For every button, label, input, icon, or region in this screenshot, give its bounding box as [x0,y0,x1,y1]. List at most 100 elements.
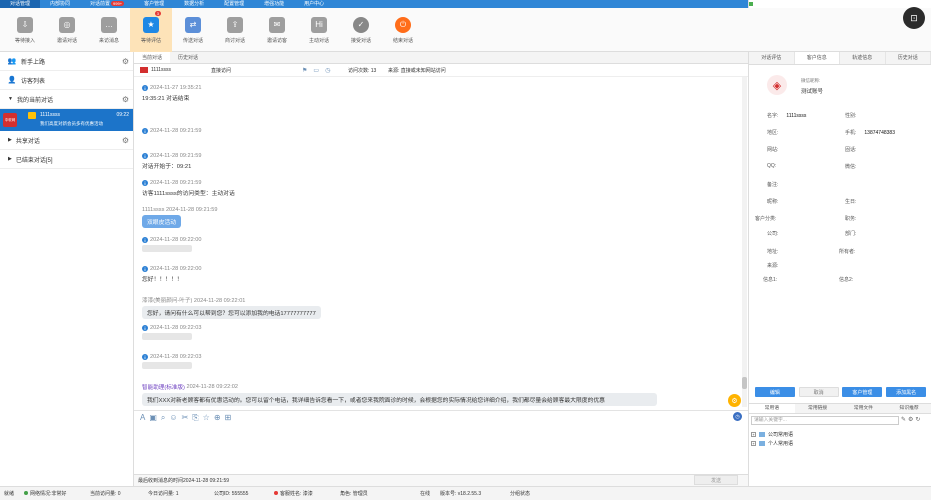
field-info1[interactable]: 信息1: [763,276,785,283]
menu-tab-enhance[interactable]: 增强功能 [254,0,294,8]
customer-manage-button[interactable]: 客户管理 [842,387,883,397]
field-mobile[interactable]: 手机: 13874748383 [845,129,895,136]
sidebar-item-visitors[interactable]: 👤 访客列表 [0,71,133,90]
menu-tab-analysis[interactable]: 数据分析 [174,0,214,8]
tab-common-files[interactable]: 常用文件 [841,404,887,413]
settings-link[interactable]: 设置 [770,1,780,8]
session-item[interactable]: 中软网 1111ssss 09:22 我们高度对新会员多有优惠活动 [0,109,133,131]
tab-trajectory[interactable]: 轨迹信息 [840,52,886,64]
signal-icon: ◎ [59,16,75,33]
monitor-icon[interactable]: ▭ [313,67,319,74]
expand-icon[interactable]: + [751,441,756,446]
compose-input[interactable] [134,424,748,474]
expand-icon[interactable]: + [751,432,756,437]
scroll-thumb[interactable] [742,377,747,389]
agent-dot-icon [274,491,278,495]
field-info2[interactable]: 信息2: [839,276,861,283]
tab-current-dialog[interactable]: 当前对话 [134,52,171,63]
font-icon[interactable]: A [140,413,145,422]
sidebar-group-shared[interactable]: ▶ 共享对话 ⚙ [0,131,133,150]
online-status[interactable]: 在线 [749,1,764,8]
gear-icon[interactable]: ⚙ [908,416,913,423]
sidebar-group-my-sessions[interactable]: ▼ 我的当前对话 ⚙ [0,90,133,109]
tab-common-phrases[interactable]: 常用语 [749,404,795,413]
tool-accept[interactable]: ✓ 接受对话 [340,8,382,52]
tab-history[interactable]: 历史对话 [886,52,931,64]
field-qq[interactable]: QQ: [767,163,784,169]
menu-tab-user[interactable]: 用户中心 [294,0,334,8]
field-owner[interactable]: 所有者: [839,248,863,255]
visitor-flag-icon [140,67,148,73]
tool-active-dialog[interactable]: Hi 主动对话 [298,8,340,52]
edit-button[interactable]: 编辑 [754,387,795,397]
help-link[interactable]: 帮助 [786,1,796,8]
tab-knowledge[interactable]: 知识推荐 [886,404,931,413]
tool-visit-msg[interactable]: … 来访消息 [88,8,130,52]
tab-common-links[interactable]: 常用链接 [795,404,841,413]
field-website[interactable]: 网站: [767,146,786,153]
gear-icon[interactable]: ⚙ [122,57,129,66]
star-icon[interactable]: ☆ [203,413,210,422]
person-icon: 👤 [7,77,17,84]
menu-tab-pre[interactable]: 对话前置 999+ [80,0,134,8]
phrase-search-input[interactable]: 请输入关键字... [751,416,899,425]
field-nickname[interactable]: 昵称: [767,198,786,205]
menu-tab-dialog[interactable]: 对话管理 [0,0,41,8]
scissors-icon[interactable]: ✂ [182,413,189,422]
status-current-visits: 当前访问量: 0 [90,491,121,497]
field-phone[interactable]: 固话: [845,146,864,153]
field-remark[interactable]: 备注: [767,181,786,188]
field-wechat[interactable]: 微信: [845,163,864,170]
phrase-tree: + 公司常用语 + 个人常用语 [751,430,793,448]
gear-icon[interactable]: ⚙ [122,136,129,145]
tree-node-company[interactable]: + 公司常用语 [751,430,793,439]
smart-assist-icon[interactable]: ⚙ [728,394,741,407]
lightbulb-icon[interactable]: ✎ [901,416,906,423]
grid-icon[interactable]: ⊞ [225,413,232,422]
tool-invite-visitor[interactable]: ✉ 邀请访客 [256,8,298,52]
refresh-icon[interactable]: ↻ [915,416,920,423]
globe-icon[interactable]: ⊕ [214,413,221,422]
hi-icon: Hi [311,16,327,33]
sidebar-group-ended[interactable]: ▶ 已结束对话[5] [0,150,133,169]
field-gender[interactable]: 性别: [845,112,864,119]
nick-label: 微信昵称: [801,78,821,83]
emoji-icon[interactable]: ☺ [169,413,177,422]
location-icon[interactable]: ⚑ [302,67,307,74]
image-icon[interactable]: ▣ [149,413,157,422]
add-blacklist-button[interactable]: 添加黑名 [886,387,927,397]
sidebar-item-newbie[interactable]: 👥 新手上路 ⚙ [0,52,133,71]
tool-wait-evaluate[interactable]: 3 ★ 等待评估 [130,8,172,52]
gear-icon[interactable]: ⚙ [122,95,129,104]
field-title[interactable]: 职务: [845,215,864,222]
message-time: 2024-11-28 09:21:59 [150,153,202,159]
field-source[interactable]: 来源: [767,262,786,269]
overlay-window-icon[interactable]: ⊡ [903,7,925,29]
tab-customer-info[interactable]: 客户信息 [794,52,840,64]
tab-history-dialog[interactable]: 历史对话 [170,52,206,63]
send-button[interactable]: 发送 [694,475,738,485]
tool-invite[interactable]: ◎ 邀请对话 [46,8,88,52]
tree-node-personal[interactable]: + 个人常用语 [751,439,793,448]
field-company[interactable]: 公司: [767,230,786,237]
tool-discuss[interactable]: ⇪ 商讨对话 [214,8,256,52]
tab-evaluation[interactable]: 对话评估 [749,52,795,64]
field-birthday[interactable]: 生日: [845,198,864,205]
tool-end[interactable]: ⏻ 结束对话 [382,8,424,52]
field-address[interactable]: 地址: [767,248,786,255]
chat-scrollbar[interactable] [742,77,747,407]
field-department[interactable]: 部门: [845,230,864,237]
menu-tab-internal[interactable]: 内部协同 [40,0,80,8]
field-region[interactable]: 地区: [767,129,786,136]
field-name[interactable]: 名字: 1111ssss [767,112,806,119]
search-icon[interactable]: ⌕ [161,413,165,423]
menu-tab-customer[interactable]: 客户管理 [134,0,174,8]
tool-transfer[interactable]: ⇄ 传送对话 [172,8,214,52]
message-item: i 2024-11-27 19:35:21 19:35:21 对话结束 [142,85,202,102]
menu-tab-config[interactable]: 配置管理 [214,0,254,8]
browser-icon[interactable]: ◷ [325,67,330,74]
copy-icon[interactable]: ⎘ [192,413,198,423]
field-category[interactable]: 客户分类: [755,215,784,222]
cancel-button[interactable]: 取消 [798,387,839,397]
tool-wait-access[interactable]: ⇩ 等待接入 [4,8,46,52]
